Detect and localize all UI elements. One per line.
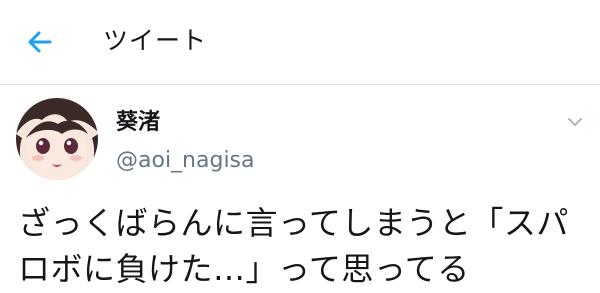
screen-title: ツイート bbox=[103, 26, 208, 55]
arrow-left-icon bbox=[28, 31, 52, 53]
user-handle[interactable]: @aoi_nagisa bbox=[116, 146, 255, 176]
back-button[interactable] bbox=[22, 26, 58, 58]
avatar[interactable] bbox=[16, 98, 98, 180]
avatar-image bbox=[16, 98, 98, 180]
top-bar: ツイート bbox=[0, 0, 600, 84]
tweet-text: ざっくばらんに言ってしまうと「スパロボに負けた…」って思ってる bbox=[18, 204, 569, 288]
tweet-options-button[interactable] bbox=[562, 110, 588, 134]
display-name[interactable]: 葵渚 bbox=[116, 108, 160, 138]
header-divider bbox=[0, 84, 600, 85]
chevron-down-icon bbox=[568, 118, 582, 126]
